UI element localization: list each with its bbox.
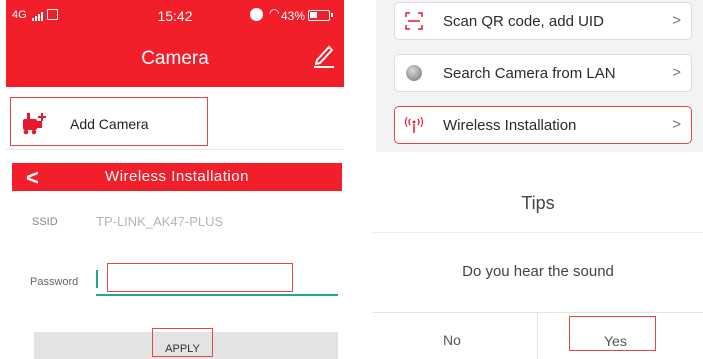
ssid-value: TP-LINK_AK47-PLUS	[96, 214, 224, 229]
wireless-header: < Wireless Installation	[12, 163, 342, 191]
menu-item-search-lan[interactable]: Search Camera from LAN >	[394, 54, 692, 92]
menu-item-label: Scan QR code, add UID	[443, 13, 604, 30]
alarm-icon	[250, 8, 263, 21]
yes-button[interactable]: Yes	[569, 316, 656, 351]
menu-item-label: Search Camera from LAN	[443, 65, 616, 82]
page-title: Wireless Installation	[105, 168, 249, 185]
password-label: Password	[30, 276, 79, 288]
ssid-label: SSID	[32, 216, 58, 228]
password-underline	[96, 294, 338, 296]
divider	[373, 312, 703, 313]
chevron-right-icon: >	[672, 64, 681, 81]
password-field[interactable]	[107, 263, 293, 292]
page-title: Camera	[141, 48, 209, 69]
battery-percent: 43%	[281, 9, 306, 23]
qr-scan-icon	[405, 12, 423, 30]
add-camera-menu: Scan QR code, add UID > Search Camera fr…	[376, 0, 703, 152]
menu-item-wireless-installation[interactable]: Wireless Installation >	[394, 106, 692, 144]
camera-screen: 4G 15:42 ◠ 43% Camera Add Camera	[6, 0, 344, 150]
dialog-title: Tips	[521, 193, 555, 213]
chevron-right-icon: >	[672, 12, 681, 29]
wireless-installation-screen: < Wireless Installation SSID TP-LINK_AK4…	[12, 163, 342, 359]
battery-fill	[310, 12, 317, 18]
camera-header: 4G 15:42 ◠ 43% Camera	[6, 0, 344, 87]
edit-pencil-icon[interactable]	[312, 42, 336, 68]
battery-icon	[308, 10, 333, 21]
wifi-icon: ◠	[269, 6, 280, 20]
chevron-right-icon: >	[672, 116, 681, 133]
add-camera-icon	[23, 113, 46, 135]
divider	[373, 232, 703, 233]
menu-item-scan-qr[interactable]: Scan QR code, add UID >	[394, 2, 692, 40]
status-bar: 4G 15:42 ◠ 43%	[6, 0, 344, 30]
wireless-antenna-icon	[405, 116, 423, 133]
dialog-message: Do you hear the sound	[462, 263, 614, 280]
text-cursor	[96, 270, 98, 288]
add-camera-row[interactable]: Add Camera	[6, 95, 344, 150]
add-camera-label: Add Camera	[70, 116, 149, 132]
button-divider	[537, 312, 538, 359]
tips-dialog: Tips Do you hear the sound No Yes	[373, 163, 703, 359]
menu-item-label: Wireless Installation	[443, 117, 577, 134]
apply-button[interactable]: APPLY	[152, 328, 213, 357]
no-button[interactable]: No	[443, 332, 461, 348]
lan-search-icon	[406, 65, 422, 81]
